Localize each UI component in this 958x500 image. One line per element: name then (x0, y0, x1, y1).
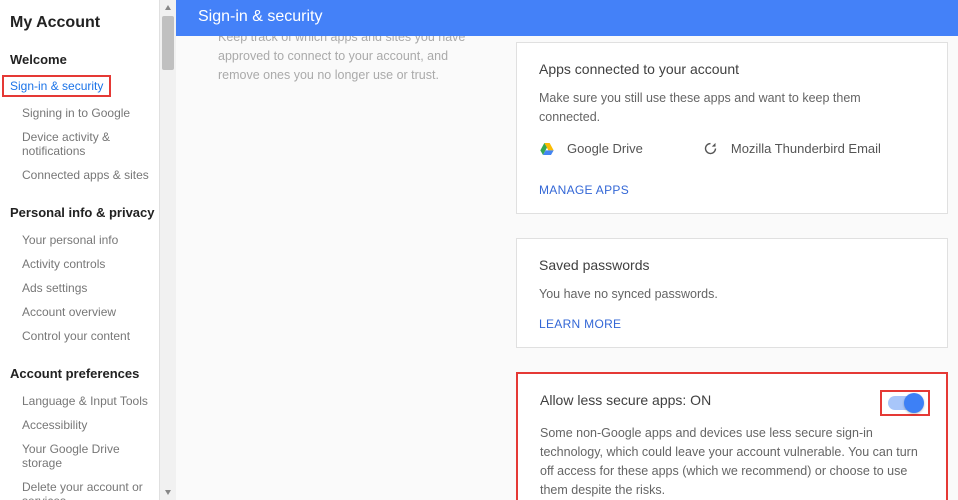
nav-link-connected-apps[interactable]: Connected apps & sites (8, 163, 159, 187)
sidebar-scrollbar[interactable] (160, 0, 176, 500)
less-secure-title: Allow less secure apps: ON (540, 392, 924, 408)
connected-apps-subtitle: Make sure you still use these apps and w… (539, 89, 925, 127)
nav-link-account-overview[interactable]: Account overview (8, 300, 159, 324)
card-connected-apps: Apps connected to your account Make sure… (516, 42, 948, 214)
refresh-icon (703, 141, 719, 157)
cards-column: Apps connected to your account Make sure… (516, 36, 948, 500)
nav-link-drive-storage[interactable]: Your Google Drive storage (8, 437, 159, 475)
connected-app-label: Mozilla Thunderbird Email (731, 141, 881, 156)
scroll-track[interactable] (160, 16, 176, 484)
manage-apps-link[interactable]: MANAGE APPS (539, 183, 925, 197)
card-saved-passwords: Saved passwords You have no synced passw… (516, 238, 948, 349)
connected-apps-list: Google Drive Mozilla Thunderbird Email (539, 141, 925, 157)
sidebar: My Account Welcome Sign-in & security Si… (0, 0, 160, 500)
nav-group-preferences[interactable]: Account preferences (8, 366, 159, 381)
page-header: Sign-in & security (176, 0, 958, 36)
saved-passwords-title: Saved passwords (539, 257, 925, 273)
scroll-thumb[interactable] (162, 16, 174, 70)
nav-link-device-activity[interactable]: Device activity & notifications (8, 125, 159, 163)
connected-app-drive[interactable]: Google Drive (539, 141, 643, 157)
content-area: Keep track of which apps and sites you h… (176, 36, 958, 500)
main: Sign-in & security Keep track of which a… (176, 0, 958, 500)
learn-more-link[interactable]: LEARN MORE (539, 317, 925, 331)
nav-link-accessibility[interactable]: Accessibility (8, 413, 159, 437)
app-root: My Account Welcome Sign-in & security Si… (0, 0, 958, 500)
toggle-knob (904, 393, 924, 413)
nav-link-personal-info[interactable]: Your personal info (8, 228, 159, 252)
nav-link-delete-account[interactable]: Delete your account or services (8, 475, 159, 500)
connected-app-thunderbird[interactable]: Mozilla Thunderbird Email (703, 141, 881, 157)
page-title: Sign-in & security (198, 8, 323, 25)
drive-icon (539, 141, 555, 157)
less-secure-toggle-highlight (880, 390, 930, 416)
nav-group-welcome[interactable]: Welcome (8, 52, 159, 67)
nav-link-control-content[interactable]: Control your content (8, 324, 159, 348)
nav-highlight-signin: Sign-in & security (2, 75, 111, 97)
less-secure-description: Some non-Google apps and devices use les… (540, 424, 924, 499)
scroll-up-icon[interactable] (160, 0, 176, 16)
nav-link-ads-settings[interactable]: Ads settings (8, 276, 159, 300)
nav-link-signin-security[interactable]: Sign-in & security (10, 79, 103, 93)
nav-group-personal[interactable]: Personal info & privacy (8, 205, 159, 220)
nav-link-activity-controls[interactable]: Activity controls (8, 252, 159, 276)
nav-link-language-input[interactable]: Language & Input Tools (8, 389, 159, 413)
intro-text: Keep track of which apps and sites you h… (218, 36, 488, 84)
less-secure-toggle[interactable] (888, 396, 922, 410)
saved-passwords-subtitle: You have no synced passwords. (539, 285, 925, 304)
scroll-down-icon[interactable] (160, 484, 176, 500)
connected-apps-title: Apps connected to your account (539, 61, 925, 77)
connected-app-label: Google Drive (567, 141, 643, 156)
nav-link-signing-in[interactable]: Signing in to Google (8, 101, 159, 125)
sidebar-title: My Account (8, 14, 159, 32)
card-less-secure-apps: Allow less secure apps: ON Some non-Goog… (516, 372, 948, 500)
